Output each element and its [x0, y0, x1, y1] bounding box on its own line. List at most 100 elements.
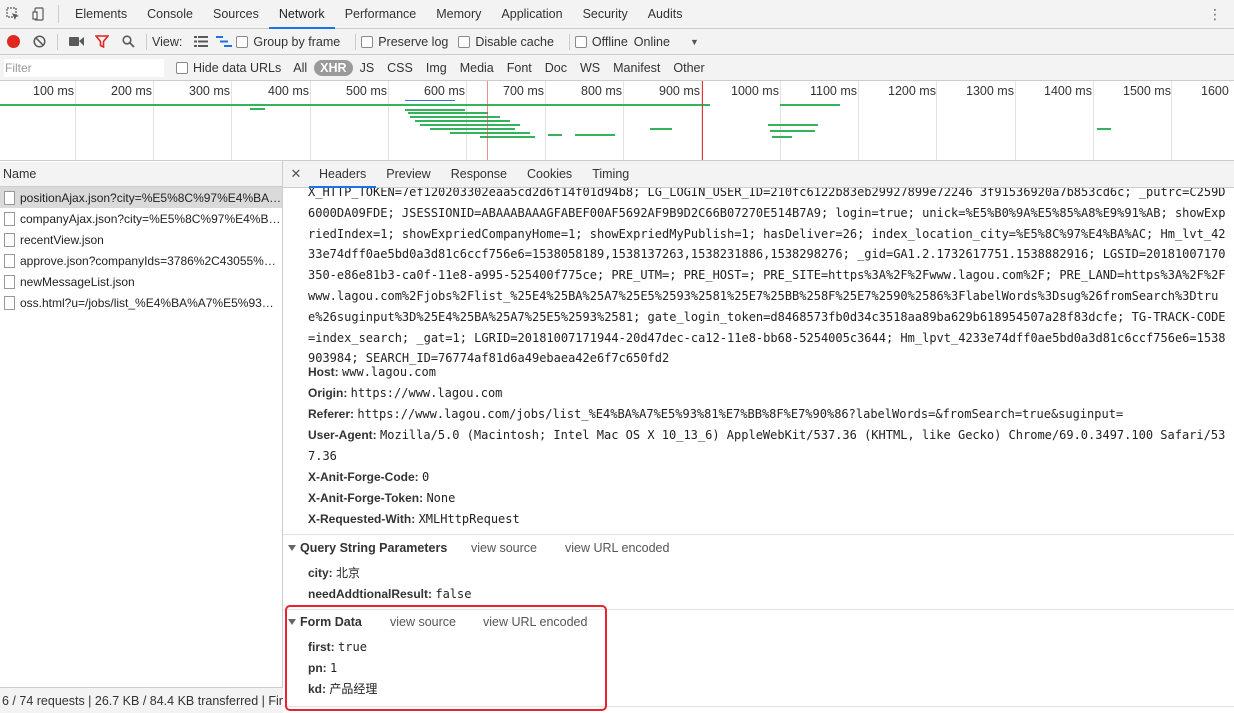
filter-type-img[interactable]: Img [420, 60, 453, 76]
request-row[interactable]: approve.json?companyIds=3786%2C43055%2C1… [0, 250, 282, 271]
tab-timing[interactable]: Timing [582, 161, 639, 188]
query-view-source-link[interactable]: view source [471, 541, 537, 555]
filter-input[interactable]: Filter [4, 58, 164, 77]
filter-type-xhr[interactable]: XHR [314, 59, 353, 76]
request-list-panel: Name positionAjax.json?city=%E5%8C%97%E4… [0, 161, 283, 713]
file-icon [4, 232, 15, 247]
grid-line [545, 81, 546, 160]
request-row[interactable]: positionAjax.json?city=%E5%8C%97%E4%BA%A… [0, 187, 282, 208]
group-by-frame-label: Group by frame [253, 34, 341, 49]
tab-network[interactable]: Network [268, 0, 335, 29]
tab-application[interactable]: Application [491, 0, 572, 29]
network-overview-timeline[interactable]: 100 ms 200 ms 300 ms 400 ms 500 ms 600 m… [0, 81, 1234, 161]
checkbox-box[interactable] [574, 35, 587, 48]
header-value: https://www.lagou.com [350, 386, 503, 400]
header-row: Host: www.lagou.com [308, 362, 1230, 383]
disable-cache-checkbox[interactable]: Disable cache [458, 35, 554, 49]
name-column-header[interactable]: Name [0, 162, 282, 187]
request-row[interactable]: companyAjax.json?city=%E5%8C%97%E4%BA%AC… [0, 208, 282, 229]
header-key: Origin: [308, 386, 348, 400]
close-icon[interactable]: ✕ [283, 166, 309, 182]
request-row[interactable]: recentView.json [0, 229, 282, 250]
tab-response[interactable]: Response [441, 161, 517, 188]
grid-line [1015, 81, 1016, 160]
dom-content-loaded-marker [487, 81, 488, 160]
file-icon [4, 253, 15, 268]
request-bar [420, 124, 520, 126]
timeline-tick: 1100 ms [810, 84, 858, 98]
tab-performance[interactable]: Performance [335, 0, 427, 29]
header-value: 0 [422, 470, 430, 484]
tab-memory[interactable]: Memory [426, 0, 491, 29]
query-view-url-encoded-link[interactable]: view URL encoded [565, 541, 669, 555]
offline-label: Offline [591, 34, 628, 49]
tab-sources[interactable]: Sources [203, 0, 269, 29]
header-row: Referer: https://www.lagou.com/jobs/list… [308, 404, 1230, 425]
list-view-icon [194, 36, 209, 47]
timeline-tick: 1600 [1201, 84, 1229, 98]
timeline-tick: 800 ms [581, 84, 622, 98]
device-toolbar-icon[interactable] [26, 0, 52, 28]
tab-headers[interactable]: Headers [309, 161, 377, 188]
header-key: User-Agent: [308, 428, 377, 442]
filter-type-manifest[interactable]: Manifest [607, 60, 666, 76]
request-row[interactable]: newMessageList.json [0, 271, 282, 292]
file-icon [4, 190, 15, 205]
param-key: needAddtionalResult: [308, 587, 433, 601]
grid-line [75, 81, 76, 160]
tab-console[interactable]: Console [137, 0, 203, 29]
capture-screenshots-button[interactable] [63, 29, 89, 55]
search-button[interactable] [115, 29, 141, 55]
tab-cookies[interactable]: Cookies [517, 161, 582, 188]
checkbox-box[interactable] [458, 35, 471, 48]
grid-line [780, 81, 781, 160]
hide-data-urls-checkbox[interactable]: Hide data URLs [176, 61, 281, 75]
request-bar [650, 128, 672, 130]
more-options-icon[interactable]: ⋮ [1208, 6, 1222, 23]
grid-line [1171, 81, 1172, 160]
offline-checkbox[interactable]: Offline [574, 34, 628, 49]
group-by-frame-checkbox[interactable]: Group by frame [236, 35, 340, 49]
tab-elements[interactable]: Elements [65, 0, 137, 29]
waterfall-view-button[interactable] [212, 29, 236, 55]
section-divider [283, 534, 1234, 535]
filter-type-media[interactable]: Media [454, 60, 500, 76]
filter-type-css[interactable]: CSS [381, 60, 419, 76]
checkbox-box[interactable] [176, 61, 188, 74]
throttling-select[interactable]: Online ▼ [634, 35, 699, 49]
record-button[interactable] [0, 29, 26, 55]
preserve-log-checkbox[interactable]: Preserve log [361, 35, 448, 49]
param-key: city: [308, 566, 333, 580]
timeline-tick: 1400 ms [1044, 84, 1092, 98]
filter-type-font[interactable]: Font [501, 60, 538, 76]
request-row[interactable]: oss.html?u=/jobs/list_%E4%BA%A7%E5%93%81… [0, 292, 282, 313]
waterfall-icon [216, 36, 233, 47]
filter-type-ws[interactable]: WS [574, 60, 606, 76]
tab-audits[interactable]: Audits [638, 0, 693, 29]
request-bar [430, 128, 515, 130]
header-key: Host: [308, 365, 339, 379]
checkbox-box[interactable] [236, 35, 249, 48]
checkbox-box[interactable] [361, 35, 374, 48]
request-name: positionAjax.json?city=%E5%8C%97%E4%BA%A… [20, 190, 282, 205]
request-bar [548, 134, 562, 136]
filter-type-all[interactable]: All [287, 60, 313, 76]
video-camera-icon [68, 37, 84, 46]
filter-button[interactable] [89, 29, 115, 55]
filter-type-other[interactable]: Other [667, 60, 710, 76]
hide-data-urls-label: Hide data URLs [193, 60, 282, 75]
clear-button[interactable] [26, 29, 52, 55]
filter-type-js[interactable]: JS [354, 60, 381, 76]
query-string-title: Query String Parameters [300, 541, 448, 555]
request-bar [415, 120, 510, 122]
tab-preview[interactable]: Preview [376, 161, 440, 188]
inspect-element-icon[interactable] [0, 0, 26, 28]
tab-security[interactable]: Security [573, 0, 638, 29]
divider [355, 33, 357, 50]
filter-type-doc[interactable]: Doc [539, 60, 573, 76]
header-value: www.lagou.com [342, 365, 436, 379]
filter-bar: Filter Hide data URLs All XHR JS CSS Img… [0, 55, 1234, 81]
query-string-section-toggle[interactable]: Query String Parameters [288, 541, 447, 555]
timeline-tick: 500 ms [346, 84, 387, 98]
large-rows-button[interactable] [190, 29, 212, 55]
